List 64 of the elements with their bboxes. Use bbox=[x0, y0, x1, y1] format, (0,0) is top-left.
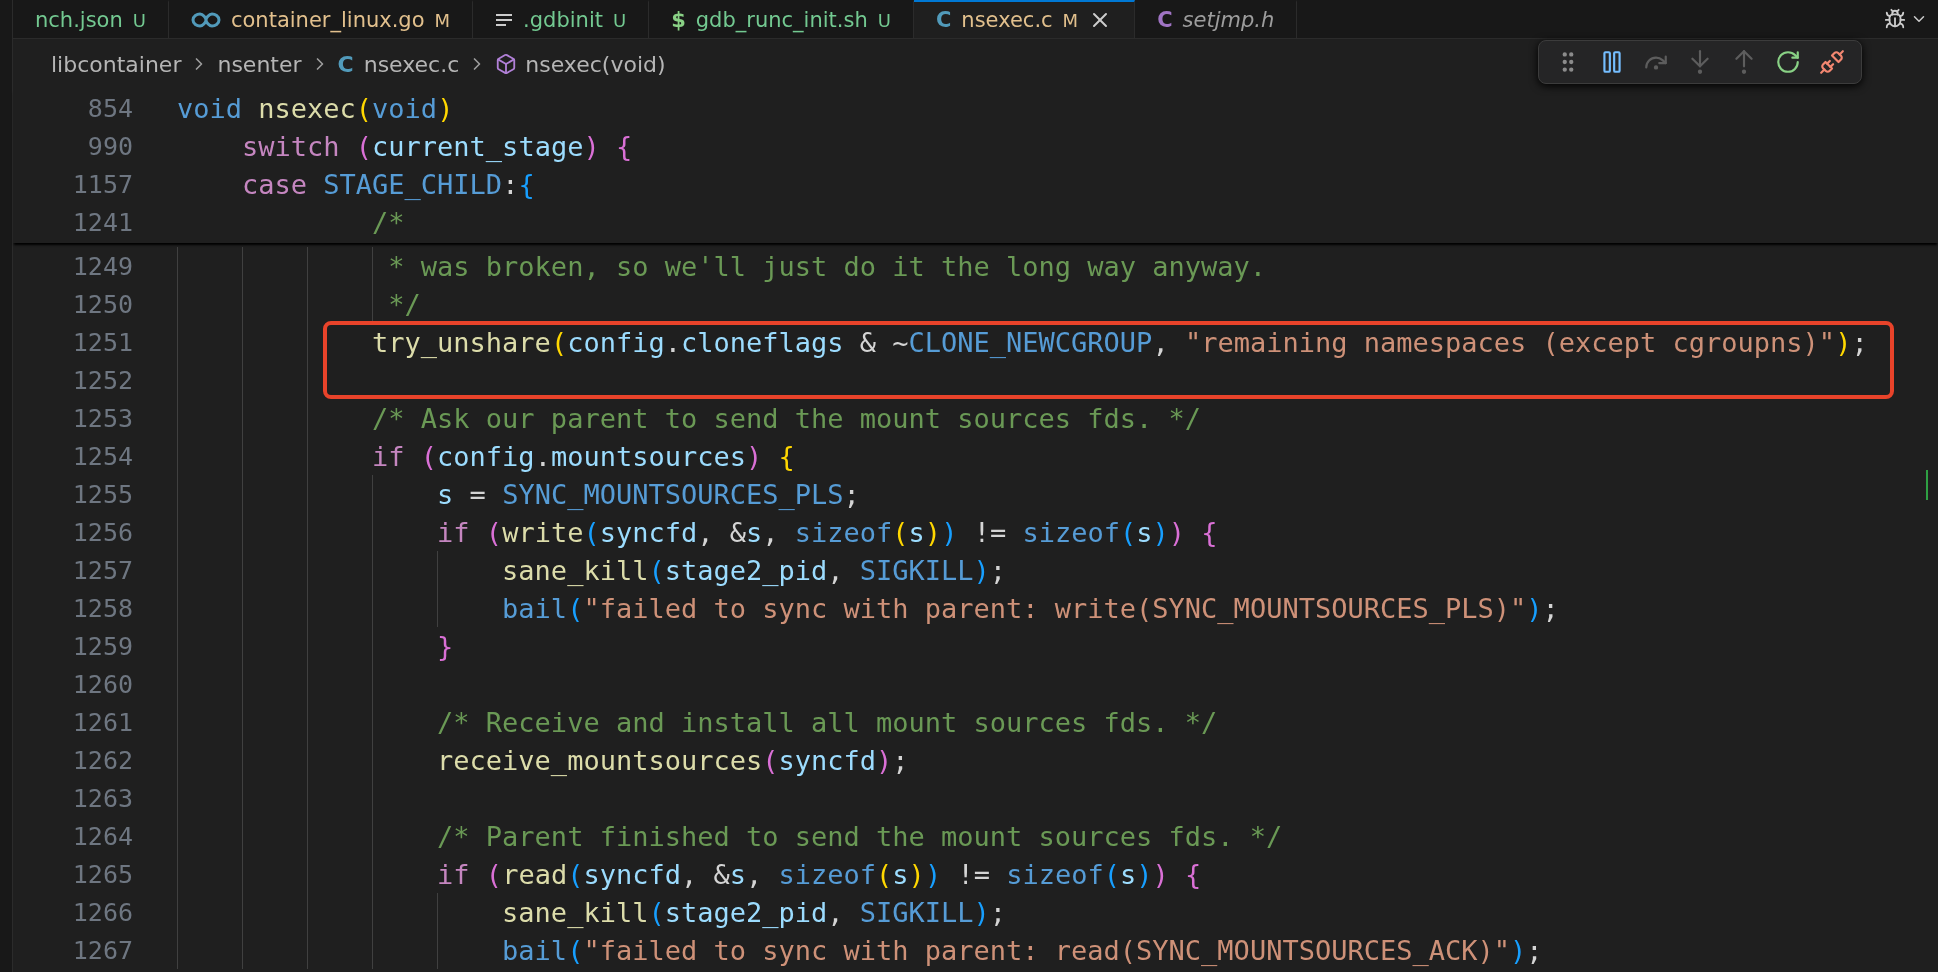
file-type-icon: C bbox=[935, 8, 952, 32]
line-number: 1251 bbox=[71, 327, 133, 357]
code-line: sane_kill(stage2_pid, SIGKILL); bbox=[501, 896, 1007, 928]
code-line: if (config.mountsources) { bbox=[371, 440, 795, 472]
line-number: 1266 bbox=[71, 897, 133, 927]
code-line: } bbox=[436, 630, 454, 662]
code-line: switch (current_stage) { bbox=[241, 130, 633, 162]
line-number: 1254 bbox=[71, 441, 133, 471]
code-line: if (write(syncfd, &s, sizeof(s)) != sizeof(s)) { bbox=[436, 516, 1218, 548]
line-number: 1263 bbox=[71, 783, 133, 813]
line-number: 990 bbox=[86, 131, 133, 161]
line-number: 1157 bbox=[71, 169, 133, 199]
line-number: 1264 bbox=[71, 821, 133, 851]
line-number: 1257 bbox=[71, 555, 133, 585]
code-line: bail("failed to sync with parent: write(SYNC_MOUNTSOURCES_PLS)"); bbox=[501, 592, 1559, 624]
code-line: /* bbox=[371, 206, 405, 238]
line-number: 1258 bbox=[71, 593, 133, 623]
line-number: 1241 bbox=[71, 207, 133, 237]
file-type-icon: $ bbox=[671, 8, 686, 32]
line-number: 1261 bbox=[71, 707, 133, 737]
code-line: /* Ask our parent to send the mount sources fds. */ bbox=[371, 402, 1202, 434]
code-line: * was broken, so we'll just do it the long way anyway. bbox=[387, 250, 1267, 282]
bug-icon[interactable] bbox=[1884, 8, 1906, 30]
line-number: 1256 bbox=[71, 517, 133, 547]
editor-tab[interactable]: C nsexec.c M bbox=[913, 0, 1136, 38]
code-line: if (read(syncfd, &s, sizeof(s)) != sizeof(s)) { bbox=[436, 858, 1202, 890]
line-number: 1260 bbox=[71, 669, 133, 699]
line-number: 1250 bbox=[71, 289, 133, 319]
lines-icon bbox=[495, 13, 514, 27]
git-status: M bbox=[434, 9, 451, 31]
line-number: 1249 bbox=[71, 251, 133, 281]
git-status: U bbox=[132, 9, 146, 31]
git-status: U bbox=[877, 9, 891, 31]
breadcrumb-item[interactable]: nsexec.c bbox=[363, 51, 460, 77]
line-number: 1255 bbox=[71, 479, 133, 509]
code-line: */ bbox=[387, 288, 421, 320]
line-number: 1265 bbox=[71, 859, 133, 889]
code-line: receive_mountsources(syncfd); bbox=[436, 744, 909, 776]
line-number: 1267 bbox=[71, 935, 133, 965]
cube-icon bbox=[495, 53, 518, 75]
line-number: 1252 bbox=[71, 365, 133, 395]
code-line: /* Parent finished to send the mount sources fds. */ bbox=[436, 820, 1283, 852]
git-status: M bbox=[1062, 9, 1079, 31]
code-line: bail("failed to sync with parent: read(SYNC_MOUNTSOURCES_ACK)"); bbox=[501, 934, 1543, 966]
code-line: sane_kill(stage2_pid, SIGKILL); bbox=[501, 554, 1007, 586]
line-number: 1262 bbox=[71, 745, 133, 775]
breadcrumb-item[interactable]: nsexec(void) bbox=[525, 51, 666, 77]
code-line: try_unshare(config.cloneflags & ~CLONE_NEWCGROUP, "remaining namespaces (except cgroupns)"); bbox=[371, 326, 1868, 358]
code-line: case STAGE_CHILD:{ bbox=[241, 168, 535, 200]
file-type-icon: C bbox=[1157, 8, 1173, 32]
code-line: void nsexec(void) bbox=[177, 92, 454, 124]
code-line: /* Receive and install all mount sources fds. */ bbox=[436, 706, 1218, 738]
line-number: 1259 bbox=[71, 631, 133, 661]
line-number: 1253 bbox=[71, 403, 133, 433]
restart-icon[interactable] bbox=[1775, 49, 1801, 75]
breadcrumb-item[interactable]: nsenter bbox=[217, 51, 302, 77]
change-marker bbox=[1926, 470, 1928, 500]
breadcrumb-item[interactable]: libcontainer bbox=[51, 51, 182, 77]
file-type-icon: C bbox=[337, 51, 354, 77]
disconnect-icon[interactable] bbox=[1819, 49, 1845, 75]
line-number: 854 bbox=[86, 93, 133, 123]
code-line: s = SYNC_MOUNTSOURCES_PLS; bbox=[436, 478, 860, 510]
go-icon bbox=[190, 12, 221, 28]
git-status: U bbox=[612, 9, 627, 31]
